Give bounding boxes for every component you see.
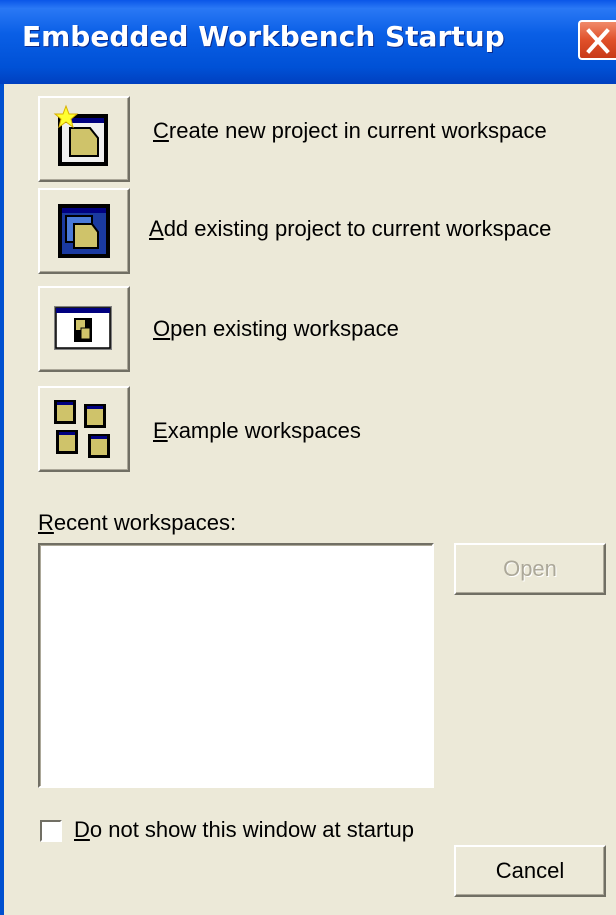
example-workspaces-label[interactable]: Example workspaces	[153, 418, 361, 444]
new-project-icon	[53, 104, 108, 166]
window-frame	[0, 84, 4, 915]
open-workspace-icon	[54, 306, 112, 350]
recent-workspaces-label: Recent workspaces:	[38, 510, 236, 536]
open-existing-workspace-button[interactable]	[38, 286, 130, 372]
add-existing-project-button[interactable]	[38, 188, 130, 274]
close-button[interactable]	[578, 20, 616, 60]
open-button-label: Open	[503, 556, 557, 581]
example-workspaces-button[interactable]	[38, 386, 130, 472]
open-mnemonic: O	[153, 316, 171, 341]
create-text: reate new project in current workspace	[168, 118, 547, 143]
recent-workspaces-list[interactable]	[38, 543, 434, 788]
close-icon	[586, 28, 610, 54]
add-existing-project-label[interactable]: Add existing project to current workspac…	[149, 216, 551, 242]
open-existing-workspace-label[interactable]: Open existing workspace	[153, 316, 399, 342]
window-title: Embedded Workbench Startup	[22, 20, 505, 53]
example-mnemonic: E	[153, 418, 168, 443]
create-new-project-label[interactable]: Create new project in current workspace	[153, 118, 547, 144]
open-text: pen existing workspace	[170, 316, 399, 341]
recent-text: ecent workspaces:	[53, 510, 237, 535]
do-not-show-mnemonic: D	[74, 817, 90, 842]
add-mnemonic: A	[149, 216, 164, 241]
title-bar: Embedded Workbench Startup	[0, 0, 616, 84]
example-workspaces-icon	[54, 400, 110, 458]
add-text: dd existing project to current workspace	[163, 216, 552, 241]
create-mnemonic: C	[153, 118, 169, 143]
open-button[interactable]: Open	[454, 543, 606, 595]
add-project-icon	[58, 204, 110, 258]
recent-mnemonic: R	[38, 510, 54, 535]
cancel-button-label: Cancel	[495, 858, 565, 883]
example-text: xample workspaces	[167, 418, 361, 443]
do-not-show-label[interactable]: Do not show this window at startup	[74, 817, 414, 843]
do-not-show-checkbox[interactable]	[40, 820, 62, 842]
cancel-button[interactable]: Cancel	[454, 845, 606, 897]
create-new-project-button[interactable]	[38, 96, 130, 182]
do-not-show-text: o not show this window at startup	[89, 817, 414, 842]
